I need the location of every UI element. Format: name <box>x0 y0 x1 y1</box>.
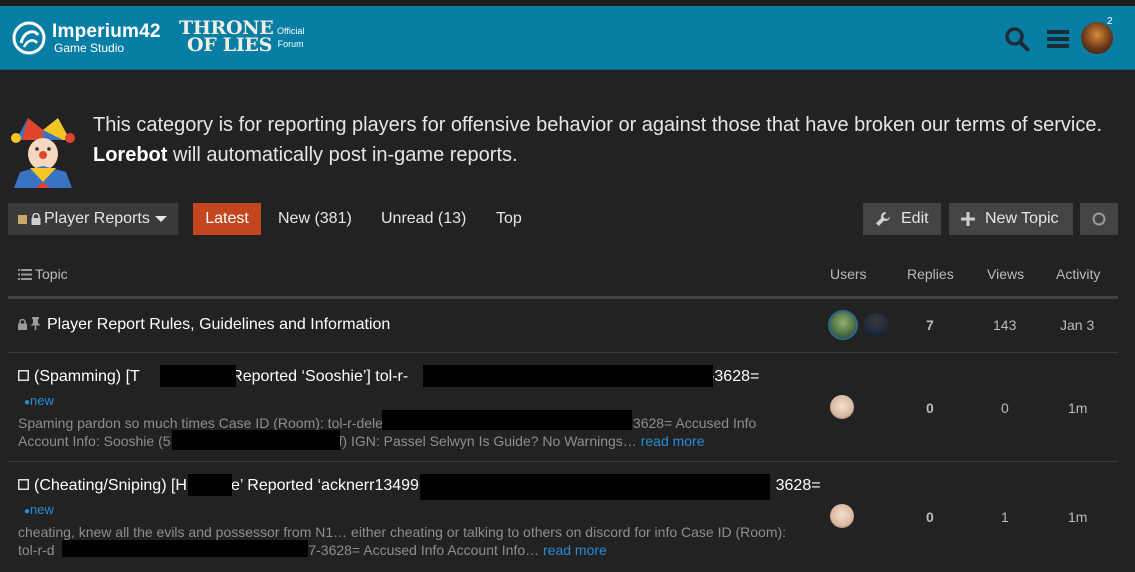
table-row: (Cheating/Sniping) [H e’ Reported ‘ackner… <box>8 462 1118 572</box>
excerpt-part: 77-3628= Accused Info Account Info… <box>300 542 540 558</box>
activity-date[interactable]: 1m <box>1068 509 1087 525</box>
read-more-link[interactable]: read more <box>641 433 705 449</box>
throne-of-lies-logo[interactable]: THRONE OF LIES <box>179 19 274 56</box>
new-badge-label: new <box>30 393 54 408</box>
site-header: Imperium42 Game Studio THRONE OF LIES Of… <box>0 6 1135 70</box>
replies-count: 7 <box>926 317 934 333</box>
imperium42-swirl-icon <box>12 21 46 55</box>
avatar[interactable] <box>830 504 854 528</box>
checkbox-icon[interactable] <box>18 479 29 490</box>
game-logo-line2: OF LIES <box>187 34 273 56</box>
menu-icon[interactable] <box>1045 26 1071 52</box>
redaction-box <box>188 474 232 496</box>
lock-icon <box>18 319 27 330</box>
topic-navigation-bar: Player Reports Latest New (381) Unread (… <box>8 202 1120 236</box>
avatar[interactable] <box>830 395 854 419</box>
users-column-header: Users <box>830 266 867 282</box>
topic-excerpt-line1: cheating, knew all the evils and possess… <box>18 524 787 540</box>
activity-date[interactable]: 1m <box>1068 400 1087 416</box>
title-part: s’ Reported ‘Sooshie’] tol-r- <box>215 368 409 385</box>
wrench-icon <box>876 212 890 226</box>
redaction-box <box>62 540 308 557</box>
jester-icon <box>11 118 75 188</box>
caret-down-icon <box>154 216 167 222</box>
edit-category-button[interactable]: Edit <box>863 203 941 235</box>
category-color-swatch <box>18 214 27 224</box>
category-description-text: This category is for reporting players f… <box>93 110 1123 170</box>
views-count: 143 <box>993 317 1017 333</box>
title-part: (Cheating/Sniping) [H <box>34 477 187 494</box>
redaction-box <box>423 365 713 387</box>
tab-latest[interactable]: Latest <box>193 203 261 235</box>
redaction-box <box>420 474 770 500</box>
activity-column-header[interactable]: Activity <box>1056 266 1100 282</box>
desc-text-part1: This category is for reporting players f… <box>93 114 1103 136</box>
excerpt-part: Account Info: Sooshie (5 <box>18 433 171 449</box>
topic-excerpt-line2: Account Info: Sooshie (5 f) IGN: Passel S… <box>18 431 705 451</box>
edit-button-label: Edit <box>901 210 929 227</box>
plus-icon <box>961 212 975 226</box>
read-more-link[interactable]: read more <box>543 542 607 558</box>
category-dropdown[interactable]: Player Reports <box>8 203 178 235</box>
notification-level-button[interactable] <box>1080 203 1118 235</box>
replies-column-header[interactable]: Replies <box>907 266 954 282</box>
circle-icon <box>1092 212 1106 226</box>
forum-text: Forum <box>277 39 304 49</box>
replies-count: 0 <box>926 509 934 525</box>
new-topic-button[interactable]: New Topic <box>949 203 1073 235</box>
excerpt-part: Spaming pardon so much times Case ID (Ro… <box>18 415 383 431</box>
redaction-box <box>382 410 632 430</box>
views-count: 1 <box>1001 509 1009 525</box>
excerpt-part: f) IGN: Passel Selwyn Is Guide? No Warni… <box>338 433 637 449</box>
avatar[interactable] <box>830 312 856 338</box>
search-icon[interactable] <box>1004 26 1030 52</box>
topic-title-link[interactable]: Player Report Rules, Guidelines and Info… <box>47 316 390 334</box>
views-count: 0 <box>1001 400 1009 416</box>
excerpt-part: tol-r-d <box>18 542 55 558</box>
avatar[interactable] <box>864 313 888 337</box>
desc-text-part2: will automatically post in-game reports. <box>167 144 518 166</box>
title-part: 3628= <box>775 477 821 494</box>
tab-new[interactable]: New (381) <box>278 203 352 235</box>
new-badge-label: new <box>30 502 54 517</box>
tab-unread[interactable]: Unread (13) <box>381 203 466 235</box>
table-row: Player Report Rules, Guidelines and Info… <box>8 300 1118 353</box>
activity-date[interactable]: Jan 3 <box>1060 317 1094 333</box>
lock-icon <box>31 213 41 225</box>
excerpt-part: 3628= Accused Info <box>632 415 757 431</box>
tab-top[interactable]: Top <box>496 203 522 235</box>
topic-column-header[interactable]: Topic <box>18 266 68 282</box>
table-row: (Spamming) [T s’ Reported ‘Sooshie’] tol-… <box>8 353 1118 462</box>
views-column-header[interactable]: Views <box>987 266 1024 282</box>
checkbox-icon[interactable] <box>18 370 29 381</box>
brand-subtitle: Game Studio <box>54 41 125 55</box>
category-dropdown-label: Player Reports <box>44 210 150 227</box>
new-topic-badge[interactable]: ●new <box>24 393 54 408</box>
replies-count: 0 <box>926 400 934 416</box>
lorebot-name: Lorebot <box>93 144 168 166</box>
redaction-box <box>172 430 340 450</box>
official-text: Official <box>277 26 305 36</box>
list-icon <box>18 269 32 280</box>
topic-header-label: Topic <box>35 266 68 282</box>
redaction-box <box>160 365 236 387</box>
new-topic-button-label: New Topic <box>985 210 1059 227</box>
notification-count: 2 <box>1107 16 1113 27</box>
category-description: This category is for reporting players f… <box>8 108 1128 188</box>
brand-name: Imperium42 <box>52 21 161 42</box>
title-part: (Spamming) [T <box>34 368 140 385</box>
pin-icon <box>30 317 41 330</box>
new-topic-badge[interactable]: ●new <box>24 502 54 517</box>
topic-list-header: Topic Users Replies Views Activity <box>8 262 1118 299</box>
imperium42-logo[interactable]: Imperium42 Game Studio <box>12 20 161 56</box>
official-forum-label: Official Forum <box>277 25 304 51</box>
